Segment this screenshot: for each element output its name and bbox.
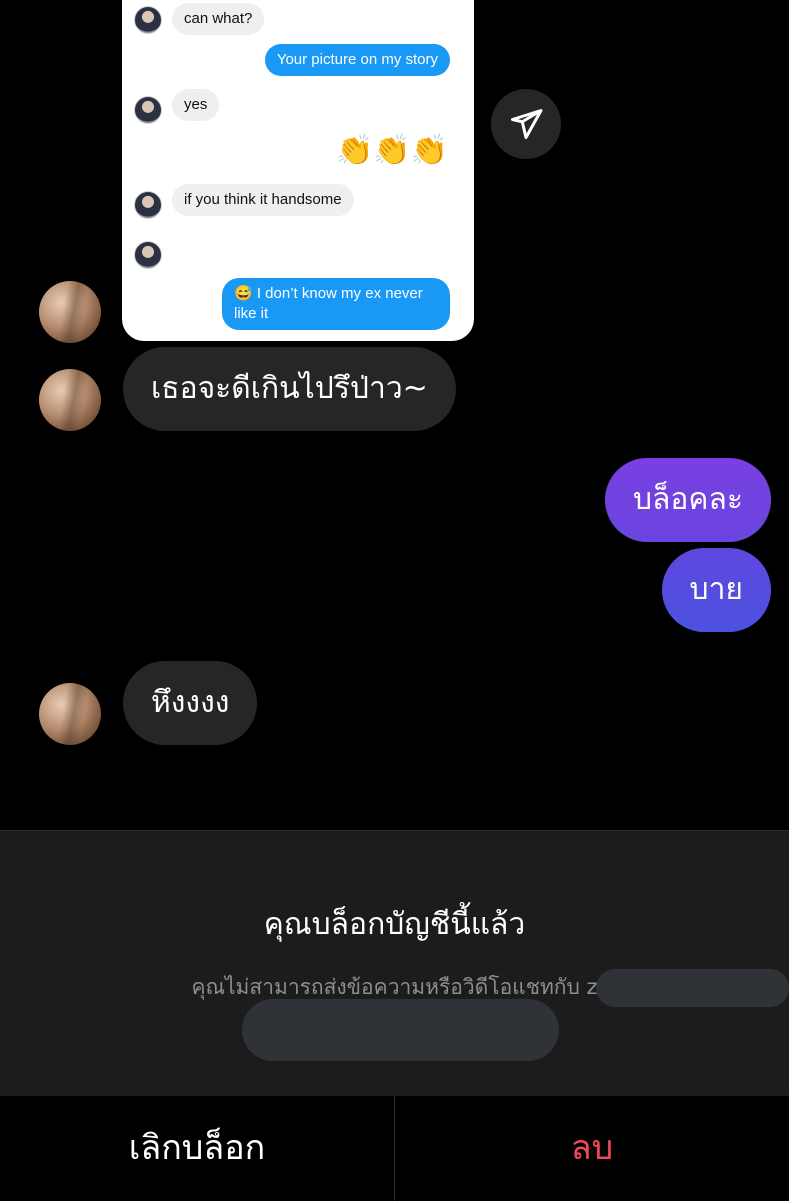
screenshot-avatar — [134, 191, 162, 219]
action-bar: เลิกบล็อก ลบ — [0, 1095, 789, 1201]
blocked-title: คุณบล็อกบัญชีนี้แล้ว — [263, 907, 526, 942]
contact-avatar[interactable] — [39, 369, 101, 431]
paper-plane-icon — [511, 109, 543, 139]
contact-avatar[interactable] — [39, 281, 101, 343]
message-sent[interactable]: บล็อคละ — [604, 458, 771, 542]
screenshot-message-received: yes — [172, 89, 220, 121]
redacted-text — [242, 999, 559, 1061]
redacted-username — [596, 969, 789, 1007]
message-received[interactable]: หึงงงง — [123, 661, 258, 745]
blocked-account-notice: คุณบล็อกบัญชีนี้แล้ว คุณไม่สามารถส่งข้อค… — [0, 830, 789, 1096]
screenshot-message-sent: 😅 I don’t know my ex never like it — [222, 278, 450, 330]
screenshot-message-received: can what? — [172, 3, 265, 35]
message-sent[interactable]: บาย — [661, 548, 771, 632]
contact-avatar[interactable] — [39, 683, 101, 745]
shared-screenshot[interactable]: can what? Your picture on my story yes 👏… — [122, 0, 474, 341]
screenshot-avatar — [134, 96, 162, 124]
share-button[interactable] — [491, 89, 561, 159]
screenshot-emoji-message: 👏👏👏 — [335, 133, 448, 168]
screenshot-avatar — [134, 6, 162, 34]
screenshot-avatar — [134, 241, 162, 269]
screenshot-message-received: if you think it handsome — [172, 184, 354, 216]
screenshot-message-sent: Your picture on my story — [264, 44, 450, 76]
delete-button[interactable]: ลบ — [395, 1096, 789, 1201]
unblock-button[interactable]: เลิกบล็อก — [0, 1096, 394, 1201]
message-received[interactable]: เธอจะดีเกินไปรึป่าว~ — [123, 347, 456, 431]
screenshot-emoji-message: 😆 — [172, 228, 204, 263]
